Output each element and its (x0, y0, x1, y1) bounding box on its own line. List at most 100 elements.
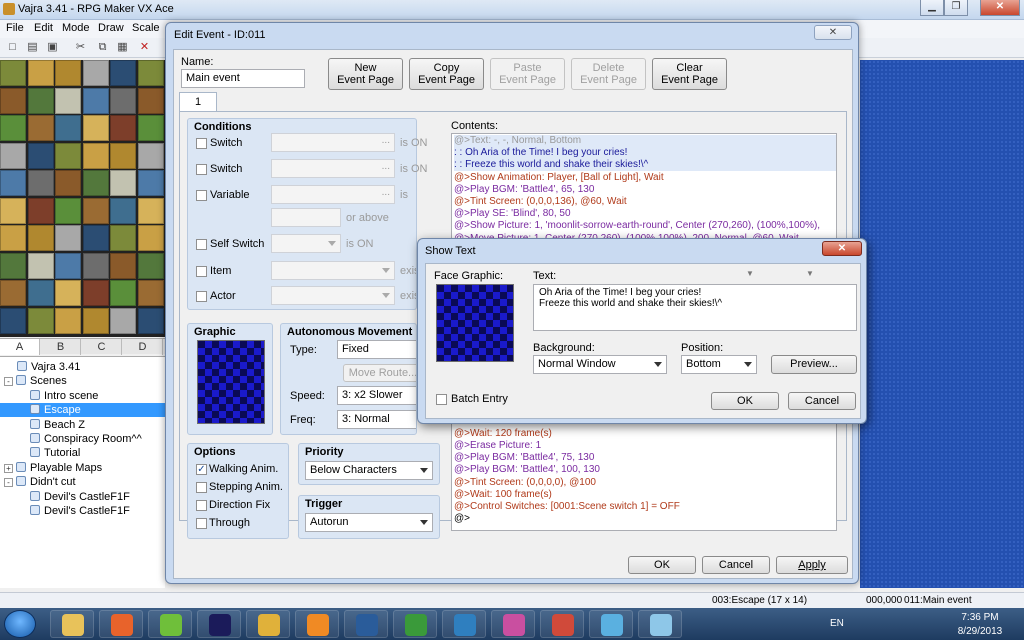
tile-swatch[interactable] (82, 142, 109, 169)
stepping-anim-checkbox[interactable] (196, 482, 207, 493)
switch2-checkbox[interactable] (196, 164, 207, 175)
cut-icon[interactable]: ✂ (74, 41, 87, 54)
expand-icon[interactable]: + (4, 463, 13, 473)
tile-swatch[interactable] (137, 225, 164, 251)
copy-icon[interactable]: ⧉ (96, 41, 109, 54)
event-command-line[interactable]: @>Erase Picture: 1 (454, 440, 836, 452)
taskbar-app-button[interactable] (197, 610, 241, 638)
tile-swatch[interactable] (82, 115, 109, 141)
actor-checkbox[interactable] (196, 291, 207, 302)
walking-anim-checkbox[interactable]: ✓ (196, 464, 207, 475)
edit-event-apply-button[interactable]: Apply (776, 556, 848, 574)
language-indicator[interactable]: EN (830, 618, 844, 629)
self-switch-checkbox[interactable] (196, 239, 207, 250)
edit-event-ok-button[interactable]: OK (628, 556, 696, 574)
taskbar-app-button[interactable] (491, 610, 535, 638)
variable-checkbox[interactable] (196, 190, 207, 201)
tile-swatch[interactable] (55, 115, 81, 141)
menu-file[interactable]: File (6, 22, 24, 34)
paste-icon[interactable]: ▦ (116, 41, 129, 54)
event-command-line[interactable]: @>Tint Screen: (0,0,0,136), @60, Wait (454, 196, 836, 208)
event-command-line[interactable]: @>Play BGM: 'Battle4', 65, 130 (454, 184, 836, 196)
tile-swatch[interactable] (55, 225, 81, 251)
actor-select[interactable] (271, 286, 395, 305)
item-select[interactable] (271, 261, 395, 280)
event-command-line[interactable]: @>Show Picture: 1, 'moonlit-sorrow-earth… (454, 220, 836, 232)
tile-swatch[interactable] (137, 115, 164, 141)
tile-swatch[interactable] (137, 142, 164, 169)
tile-swatch[interactable] (82, 197, 109, 224)
tile-swatch[interactable] (27, 142, 54, 169)
menu-edit[interactable]: Edit (34, 22, 53, 34)
map-tree-item[interactable]: Tutorial (0, 446, 165, 460)
tile-swatch[interactable] (27, 170, 54, 196)
tile-swatch[interactable] (0, 87, 26, 114)
movement-type-select[interactable]: Fixed (337, 340, 416, 359)
taskbar-app-button[interactable] (50, 610, 94, 638)
tileset-tab-d[interactable]: D (123, 339, 163, 355)
show-text-cancel-button[interactable]: Cancel (788, 392, 856, 410)
taskbar-app-button[interactable] (344, 610, 388, 638)
tile-swatch[interactable] (55, 280, 81, 306)
direction-fix-checkbox[interactable] (196, 500, 207, 511)
speed-select[interactable]: 3: x2 Slower (337, 386, 416, 405)
map-tree-item[interactable]: Devil's CastleF1F (0, 490, 165, 504)
taskbar-app-button[interactable] (393, 610, 437, 638)
event-command-line[interactable]: : : Freeze this world and shake their sk… (454, 159, 836, 172)
tile-swatch[interactable] (137, 60, 164, 86)
tab-page-1[interactable]: 1 (179, 92, 217, 112)
event-command-line[interactable]: @>Text: -, -, Normal, Bottom (454, 135, 836, 147)
minimize-button[interactable]: ▁ (920, 0, 944, 16)
tile-swatch[interactable] (0, 225, 26, 251)
new-event-page-button[interactable]: New Event Page (328, 58, 403, 90)
restore-button[interactable]: ❐ (944, 0, 968, 16)
tile-swatch[interactable] (27, 87, 54, 114)
tile-swatch[interactable] (137, 252, 164, 279)
tile-swatch[interactable] (110, 197, 136, 224)
tile-swatch[interactable] (82, 170, 109, 196)
self-switch-select[interactable] (271, 234, 341, 253)
map-tree-item[interactable]: Devil's CastleF1F (0, 504, 165, 518)
tile-swatch[interactable] (0, 280, 26, 306)
event-command-line[interactable]: @>Show Animation: Player, [Ball of Light… (454, 172, 836, 184)
new-project-icon[interactable]: □ (6, 41, 19, 54)
batch-entry-checkbox[interactable] (436, 394, 447, 405)
tile-swatch[interactable] (110, 60, 136, 86)
tile-swatch[interactable] (55, 60, 81, 86)
taskbar-app-button[interactable] (246, 610, 290, 638)
tile-swatch[interactable] (0, 197, 26, 224)
tile-swatch[interactable] (0, 60, 26, 86)
face-graphic-preview[interactable] (436, 284, 514, 362)
tile-swatch[interactable] (27, 280, 54, 306)
tile-swatch[interactable] (0, 252, 26, 279)
event-command-line[interactable]: @>Play BGM: 'Battle4', 100, 130 (454, 464, 836, 476)
delete-icon[interactable]: ✕ (138, 41, 151, 54)
map-tree-item[interactable]: + Playable Maps (0, 461, 165, 475)
collapse-icon[interactable]: - (4, 377, 13, 387)
tile-swatch[interactable] (55, 197, 81, 224)
tile-swatch[interactable] (27, 307, 54, 334)
map-tree-item[interactable]: - Scenes (0, 374, 165, 388)
variable-value-spinner[interactable] (271, 208, 341, 227)
tile-swatch[interactable] (110, 170, 136, 196)
variable-field[interactable]: ... (271, 185, 395, 204)
menu-scale[interactable]: Scale (132, 22, 160, 34)
clock-date[interactable]: 8/29/2013 (950, 626, 1010, 637)
copy-event-page-button[interactable]: Copy Event Page (409, 58, 484, 90)
tile-swatch[interactable] (27, 225, 54, 251)
trigger-select[interactable]: Autorun (305, 513, 433, 532)
tile-swatch[interactable] (137, 307, 164, 334)
menu-draw[interactable]: Draw (98, 22, 124, 34)
event-command-line[interactable]: @> (454, 513, 836, 525)
close-button[interactable]: ✕ (980, 0, 1020, 16)
tile-swatch[interactable] (0, 142, 26, 169)
tile-swatch[interactable] (27, 197, 54, 224)
freq-select[interactable]: 3: Normal (337, 410, 416, 429)
edit-event-cancel-button[interactable]: Cancel (702, 556, 770, 574)
through-checkbox[interactable] (196, 518, 207, 529)
tile-swatch[interactable] (55, 142, 81, 169)
tile-swatch[interactable] (82, 280, 109, 306)
clock-time[interactable]: 7:36 PM (950, 612, 1010, 623)
switch1-checkbox[interactable] (196, 138, 207, 149)
switch1-field[interactable]: ... (271, 133, 395, 152)
